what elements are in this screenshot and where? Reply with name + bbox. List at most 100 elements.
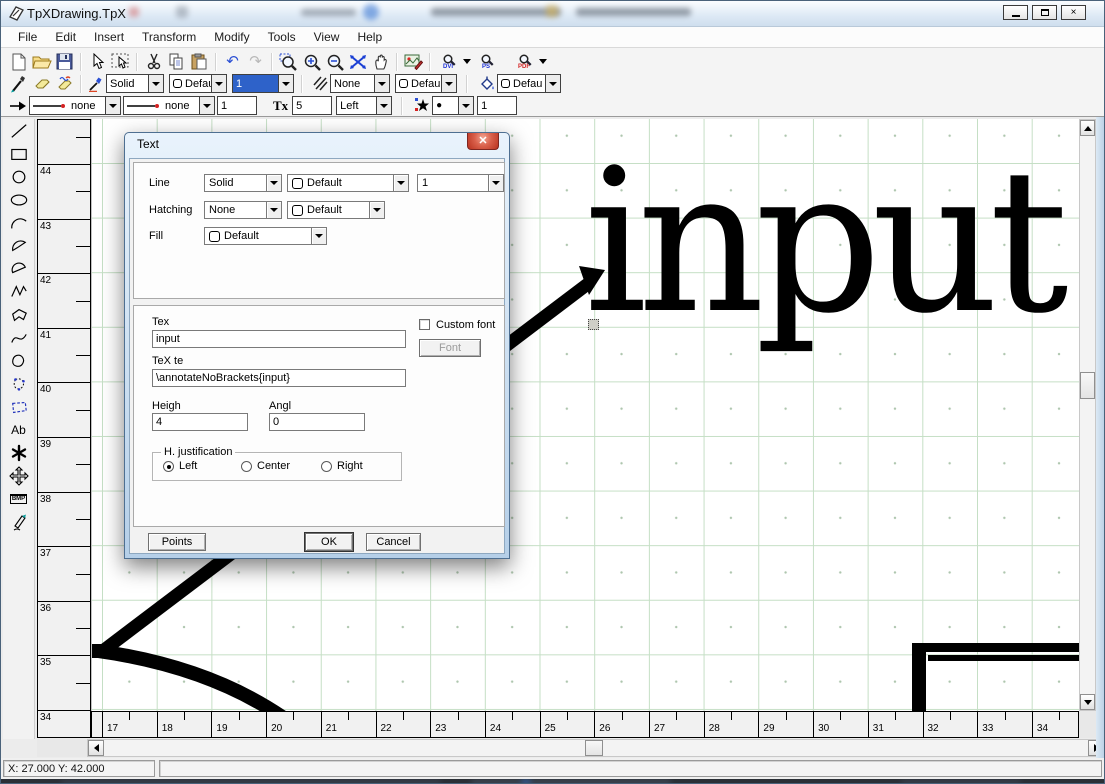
justify-center-radio[interactable]: Center: [241, 460, 290, 472]
dropdown-button[interactable]: [393, 175, 408, 191]
rectangle-tool[interactable]: [5, 142, 33, 165]
title-bar[interactable]: TpXDrawing.TpX ×: [1, 1, 1104, 27]
closed-curve-tool[interactable]: [5, 349, 33, 372]
arrow-size-input[interactable]: 1: [217, 96, 257, 115]
menu-view[interactable]: View: [305, 28, 349, 46]
view-dvi-button[interactable]: DVI: [435, 52, 461, 72]
line-style-select[interactable]: Solid: [106, 74, 164, 93]
menu-help[interactable]: Help: [348, 28, 391, 46]
dialog-line-color-select[interactable]: Default: [287, 174, 409, 192]
dropdown-button[interactable]: [311, 228, 326, 244]
menu-transform[interactable]: Transform: [133, 28, 205, 46]
dialog-hatch-color-select[interactable]: Default: [287, 201, 385, 219]
text-justify-select[interactable]: Left: [336, 96, 392, 115]
justify-left-radio[interactable]: Left: [163, 460, 197, 472]
dialog-close-button[interactable]: ✕: [467, 133, 499, 150]
dropdown-button[interactable]: [266, 202, 281, 218]
dropdown-button[interactable]: [211, 75, 226, 92]
dropdown-button[interactable]: [105, 97, 120, 114]
view-ps-button[interactable]: PS: [473, 52, 499, 72]
circle-tool[interactable]: [5, 165, 33, 188]
undo-button[interactable]: ↶: [221, 52, 244, 72]
default-properties-button[interactable]: [30, 74, 53, 94]
selection-handle[interactable]: [588, 319, 599, 330]
pdf-dropdown[interactable]: [537, 52, 549, 72]
move-tool[interactable]: [5, 464, 33, 487]
text-tool[interactable]: Ab: [5, 418, 33, 441]
cut-button[interactable]: [142, 52, 165, 72]
preview-button[interactable]: [402, 52, 425, 72]
polygon-tool[interactable]: [5, 303, 33, 326]
dialog-fill-color-select[interactable]: Default: [204, 227, 327, 245]
menu-edit[interactable]: Edit: [46, 28, 85, 46]
dropdown-button[interactable]: [148, 75, 163, 92]
select-area-button[interactable]: [109, 52, 132, 72]
arrow-end-select[interactable]: none: [123, 96, 215, 115]
open-file-button[interactable]: [30, 52, 53, 72]
dropdown-button[interactable]: [278, 75, 293, 92]
dropdown-button[interactable]: [266, 175, 281, 191]
curve-tool[interactable]: [5, 326, 33, 349]
horizontal-scrollbar[interactable]: [87, 739, 1105, 757]
custom-font-checkbox[interactable]: [419, 319, 430, 330]
closed-bezier-tool[interactable]: [5, 395, 33, 418]
segment-tool[interactable]: [5, 257, 33, 280]
vertical-scroll-thumb[interactable]: [1080, 372, 1095, 399]
bitmap-tool[interactable]: BMP: [5, 487, 33, 510]
menu-file[interactable]: File: [9, 28, 46, 46]
fill-color-select[interactable]: Defau: [497, 74, 561, 93]
canvas-text-object[interactable]: input: [584, 143, 1059, 341]
ps-dropdown[interactable]: [499, 52, 511, 72]
dialog-line-width-select[interactable]: 1: [417, 174, 504, 192]
pick-properties-button[interactable]: [7, 74, 30, 94]
dropdown-button[interactable]: [374, 75, 389, 92]
font-button[interactable]: Font: [419, 339, 481, 357]
dropdown-button[interactable]: [488, 175, 503, 191]
ellipse-tool[interactable]: [5, 188, 33, 211]
polyline-tool[interactable]: [5, 280, 33, 303]
bezier-path-tool[interactable]: [5, 372, 33, 395]
dropdown-button[interactable]: [369, 202, 384, 218]
marker-style-select[interactable]: ●: [432, 96, 474, 115]
scroll-down-button[interactable]: [1080, 694, 1095, 710]
ok-button[interactable]: OK: [305, 533, 353, 551]
vertical-scrollbar[interactable]: [1079, 119, 1096, 711]
freehand-tool[interactable]: [5, 510, 33, 533]
dialog-hatching-select[interactable]: None: [204, 201, 282, 219]
paste-button[interactable]: [188, 52, 211, 72]
line-width-select[interactable]: 1: [232, 74, 294, 93]
sector-tool[interactable]: [5, 234, 33, 257]
close-button[interactable]: ×: [1061, 5, 1086, 20]
hatching-select[interactable]: None: [330, 74, 390, 93]
menu-tools[interactable]: Tools: [259, 28, 305, 46]
marker-size-input[interactable]: 1: [477, 96, 517, 115]
view-pdf-button[interactable]: PDF: [511, 52, 537, 72]
scroll-left-button[interactable]: [88, 740, 104, 756]
apply-properties-button[interactable]: [53, 74, 76, 94]
line-color-select[interactable]: Defau: [169, 74, 227, 93]
arc-tool[interactable]: [5, 211, 33, 234]
height-input[interactable]: 4: [152, 413, 248, 431]
star-tool[interactable]: [5, 441, 33, 464]
select-tool-button[interactable]: [86, 52, 109, 72]
dropdown-button[interactable]: [199, 97, 214, 114]
horizontal-scroll-thumb[interactable]: [585, 740, 603, 756]
hatch-color-select[interactable]: Defau: [395, 74, 457, 93]
copy-button[interactable]: [165, 52, 188, 72]
zoom-in-button[interactable]: [300, 52, 323, 72]
new-file-button[interactable]: [7, 52, 30, 72]
text-size-input[interactable]: 5: [292, 96, 332, 115]
tex-text-input[interactable]: \annotateNoBrackets{input}: [152, 369, 406, 387]
text-input[interactable]: input: [152, 330, 406, 348]
justify-right-radio[interactable]: Right: [321, 460, 363, 472]
zoom-area-button[interactable]: [277, 52, 300, 72]
dropdown-button[interactable]: [545, 75, 560, 92]
pan-button[interactable]: [369, 52, 392, 72]
points-button[interactable]: Points: [148, 533, 206, 551]
cancel-button[interactable]: Cancel: [366, 533, 421, 551]
angle-input[interactable]: 0: [269, 413, 365, 431]
line-tool[interactable]: [5, 119, 33, 142]
minimize-button[interactable]: [1003, 5, 1028, 20]
menu-insert[interactable]: Insert: [85, 28, 133, 46]
redo-button[interactable]: ↷: [244, 52, 267, 72]
